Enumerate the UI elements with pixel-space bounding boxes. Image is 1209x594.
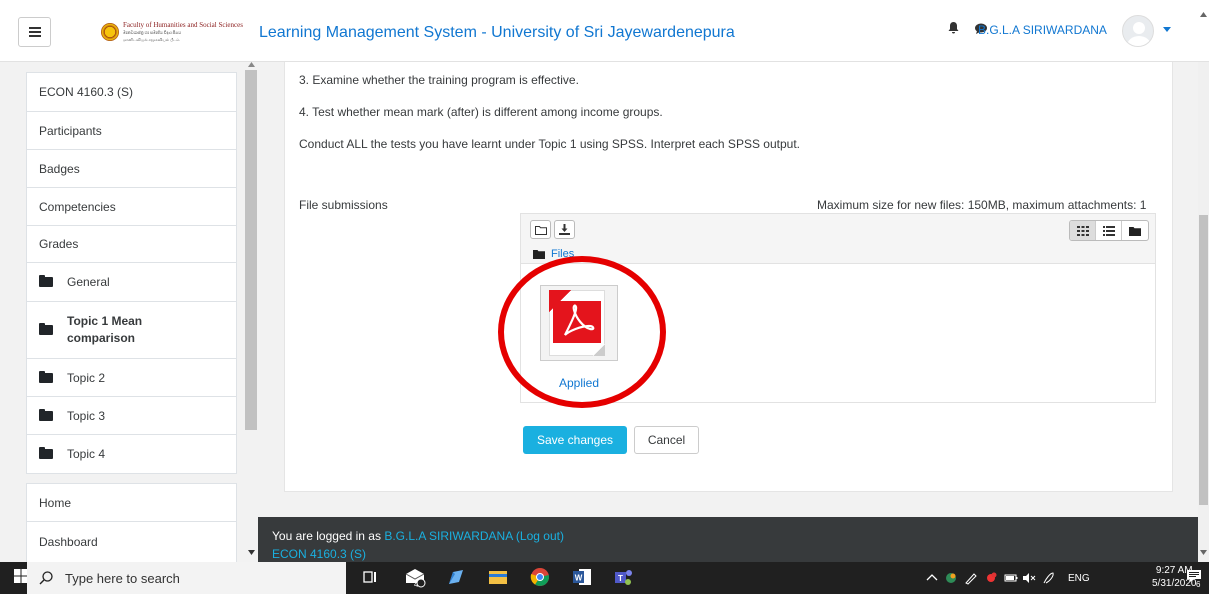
nav-item-participants[interactable]: Participants: [27, 112, 236, 150]
svg-text:T: T: [618, 574, 623, 583]
view-tree-button[interactable]: [1122, 221, 1148, 240]
nav-item-topic-2[interactable]: Topic 2: [27, 359, 236, 397]
nav-item-competencies[interactable]: Competencies: [27, 188, 236, 226]
task-item-4: 4. Test whether mean mark (after) is dif…: [299, 105, 663, 119]
folder-icon: [39, 447, 53, 459]
top-navbar: Faculty of Humanities and Social Science…: [0, 0, 1209, 62]
login-prefix: You are logged in as: [272, 529, 385, 543]
site-title[interactable]: Learning Management System - University …: [259, 24, 735, 42]
nav-item-topic-1[interactable]: Topic 1 Mean comparison: [27, 302, 236, 359]
nav-item-label: Topic 2: [67, 370, 106, 385]
university-seal-icon: [101, 23, 119, 41]
folder-icon: [39, 408, 53, 421]
drawer-scrollbar-thumb[interactable]: [245, 70, 257, 430]
nav-item-label: Topic 3: [67, 408, 106, 423]
drawer-scroll-down-icon[interactable]: [248, 550, 255, 555]
page-scrollbar-thumb[interactable]: [1199, 215, 1208, 505]
notification-badge: 6: [1196, 580, 1201, 589]
nav-item-label: Badges: [39, 161, 80, 176]
nav-item-label: Topic 1 Mean comparison: [67, 314, 143, 345]
logo-line-english: Faculty of Humanities and Social Science…: [123, 20, 243, 29]
create-folder-button[interactable]: [530, 220, 551, 239]
nav-item-label: Dashboard: [39, 535, 98, 549]
nav-item-topic-3[interactable]: Topic 3: [27, 397, 236, 435]
nav-item-general[interactable]: General: [27, 263, 236, 302]
bell-icon[interactable]: [948, 22, 959, 34]
app-root: Faculty of Humanities and Social Science…: [0, 0, 1209, 594]
logo-line-tamil: மானிடவியல் சமூகவியல் பீடம்: [123, 36, 180, 42]
task-item-3: 3. Examine whether the training program …: [299, 73, 579, 87]
download-icon: [559, 224, 570, 235]
search-icon: [39, 571, 53, 585]
nav-item-label: ECON 4160.3 (S): [39, 85, 134, 99]
nav-item-home[interactable]: Home: [27, 484, 236, 522]
nav-item-label: Topic 4: [67, 447, 106, 461]
folder-icon: [39, 275, 53, 287]
chevron-up-icon[interactable]: [925, 571, 939, 585]
windows-start-icon[interactable]: [14, 569, 28, 583]
faculty-logo[interactable]: Faculty of Humanities and Social Science…: [101, 20, 251, 42]
footer-user-link[interactable]: B.G.L.A SIRIWARDANA: [384, 529, 512, 543]
teams-icon[interactable]: T: [612, 566, 634, 588]
file-picker-toolbar: Files: [521, 214, 1155, 264]
chrome-icon[interactable]: [529, 566, 551, 588]
menu-toggle-button[interactable]: [18, 17, 51, 47]
app-pencil-icon[interactable]: [445, 566, 467, 588]
scroll-down-icon[interactable]: [1200, 550, 1207, 555]
hamburger-icon: [28, 27, 41, 37]
nav-item-label: Competencies: [39, 199, 116, 214]
svg-text:W: W: [575, 574, 583, 583]
folder-outline-icon: [534, 225, 547, 235]
folder-icon: [39, 323, 53, 335]
cancel-button[interactable]: Cancel: [634, 426, 699, 454]
footer-course-link[interactable]: ECON 4160.3 (S): [272, 547, 366, 562]
nav-item-topic-4[interactable]: Topic 4: [27, 435, 236, 473]
download-all-button[interactable]: [554, 220, 575, 239]
view-icons-button[interactable]: [1070, 221, 1096, 240]
tray-app-icon[interactable]: [944, 571, 958, 585]
user-avatar[interactable]: [1122, 15, 1154, 47]
annotation-circle: [498, 256, 666, 408]
scroll-up-icon[interactable]: [1200, 12, 1207, 17]
chevron-down-icon[interactable]: [1163, 27, 1171, 32]
file-limits-text: Maximum size for new files: 150MB, maxim…: [817, 198, 1147, 212]
view-mode-switch: [1069, 220, 1149, 241]
folder-icon: [1129, 226, 1141, 236]
user-menu-name[interactable]: B.G.L.A SIRIWARDANA: [978, 23, 1107, 37]
nav-item-grades[interactable]: Grades: [27, 226, 236, 263]
pen-tray-icon[interactable]: [964, 571, 978, 585]
file-explorer-icon[interactable]: [487, 566, 509, 588]
search-placeholder: Type here to search: [65, 570, 180, 586]
battery-icon[interactable]: [1004, 571, 1018, 585]
folder-icon: [39, 370, 53, 383]
login-info: You are logged in as B.G.L.A SIRIWARDANA…: [272, 529, 564, 543]
nav-item-course[interactable]: ECON 4160.3 (S): [27, 73, 236, 112]
nav-item-badges[interactable]: Badges: [27, 150, 236, 188]
task-view-icon[interactable]: [359, 566, 381, 588]
view-list-button[interactable]: [1096, 221, 1122, 240]
volume-muted-icon[interactable]: [1022, 571, 1036, 585]
site-nav-group: Home Dashboard: [26, 483, 237, 563]
network-warning-icon[interactable]: [984, 571, 998, 585]
file-submissions-label: File submissions: [299, 198, 388, 212]
mail-badge: 4: [414, 580, 419, 589]
nav-item-label: General: [67, 275, 110, 289]
ink-workspace-icon[interactable]: [1042, 571, 1056, 585]
nav-item-label: Grades: [39, 237, 79, 251]
task-instruction: Conduct ALL the tests you have learnt un…: [299, 137, 800, 151]
language-indicator[interactable]: ENG: [1068, 573, 1090, 584]
list-icon: [1102, 225, 1115, 236]
save-changes-button[interactable]: Save changes: [523, 426, 627, 454]
nav-item-dashboard[interactable]: Dashboard: [27, 522, 236, 562]
logo-line-sinhala: මානවශාස්ත්‍ර හා සමාජීය විද්‍යා පීඨය: [123, 29, 181, 35]
nav-item-label: Home: [39, 495, 72, 510]
drawer-scroll-up-icon[interactable]: [248, 62, 255, 67]
folder-icon: [533, 250, 545, 259]
grid-icon: [1076, 225, 1089, 236]
logout-link[interactable]: (Log out): [516, 529, 564, 543]
course-nav-group: ECON 4160.3 (S) Participants Badges Comp…: [26, 72, 237, 474]
taskbar-search-input[interactable]: Type here to search: [27, 562, 346, 594]
nav-item-label: Participants: [39, 123, 102, 138]
word-icon[interactable]: W: [571, 566, 593, 588]
